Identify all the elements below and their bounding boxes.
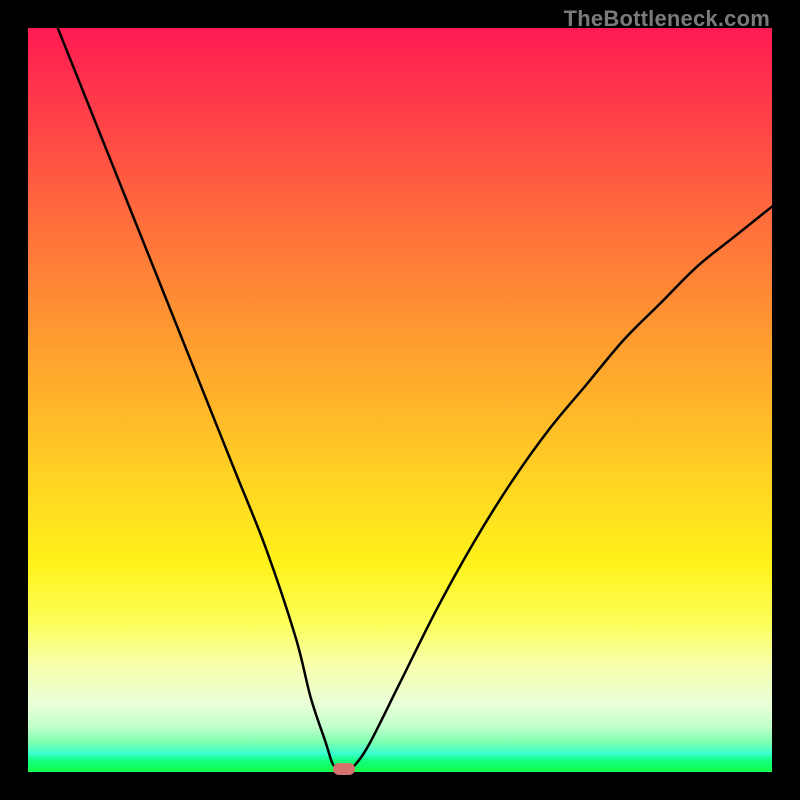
chart-frame: TheBottleneck.com [0,0,800,800]
plot-area [28,28,772,772]
minimum-marker [333,763,355,775]
bottleneck-curve [28,28,772,772]
